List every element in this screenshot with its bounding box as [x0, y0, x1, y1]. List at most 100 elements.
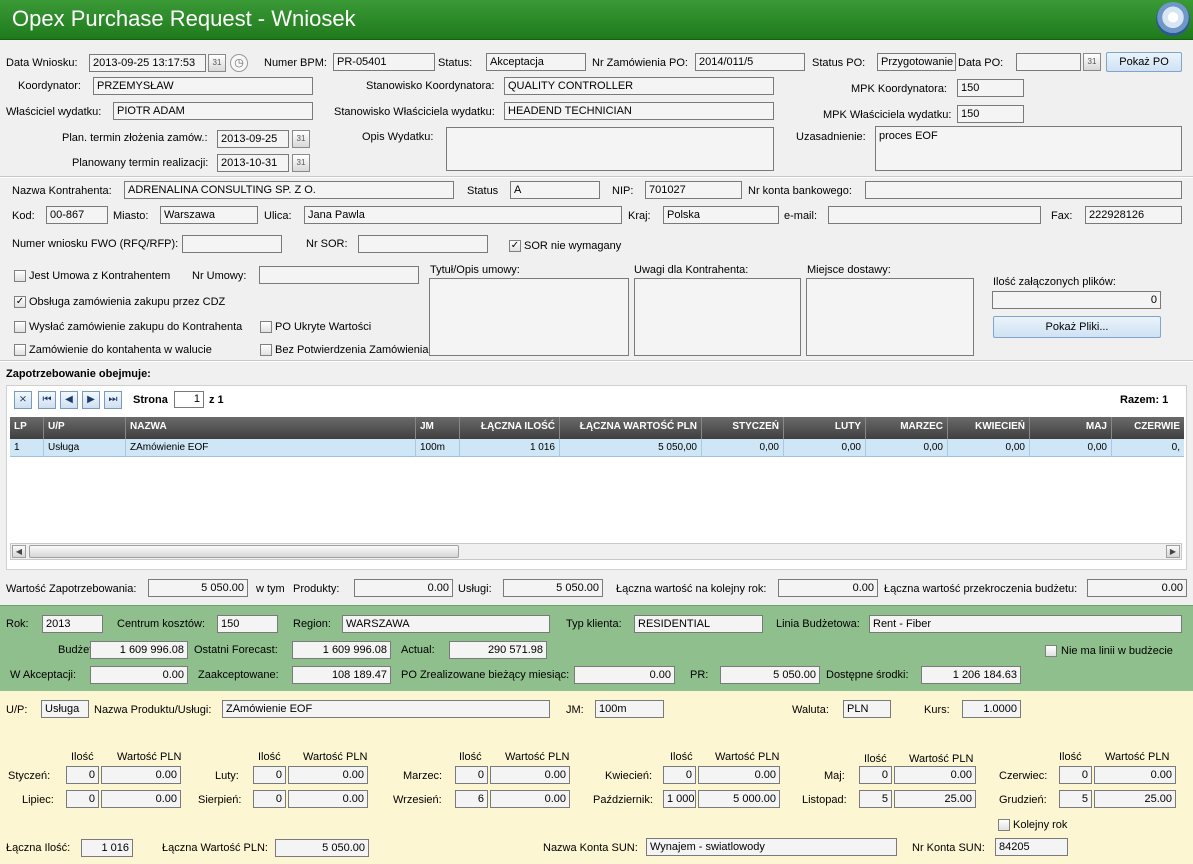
zamowienie-waluta-checkbox[interactable]	[14, 344, 26, 356]
first-page-icon[interactable]: ⏮	[38, 391, 56, 409]
col-lp[interactable]: LP	[10, 417, 44, 439]
data-po-field[interactable]	[1016, 53, 1081, 71]
dostepne-srodki-field[interactable]: 1 206 184.63	[921, 666, 1021, 684]
qty-pazdziernik[interactable]: 1 000	[663, 790, 696, 808]
email-field[interactable]	[828, 206, 1041, 224]
val-luty[interactable]: 0.00	[288, 766, 368, 784]
po-ukryte-checkbox[interactable]	[260, 321, 272, 333]
centrum-field[interactable]: 150	[217, 615, 278, 633]
budzet-field[interactable]: 1 609 996.08	[90, 641, 188, 659]
konto-sun-field[interactable]: Wynajem - swiatlowody	[646, 838, 897, 856]
qty-luty[interactable]: 0	[253, 766, 286, 784]
val-grudzien[interactable]: 25.00	[1094, 790, 1176, 808]
nr-umowy-field[interactable]	[259, 266, 419, 284]
forecast-field[interactable]: 1 609 996.08	[292, 641, 391, 659]
qty-czerwiec[interactable]: 0	[1059, 766, 1092, 784]
kod-field[interactable]: 00-867	[46, 206, 108, 224]
clock-icon[interactable]: ◷	[230, 54, 248, 72]
uwagi-field[interactable]	[634, 278, 801, 356]
col-nazwa[interactable]: NAZWA	[126, 417, 416, 439]
last-page-icon[interactable]: ⏭	[104, 391, 122, 409]
val-listopad[interactable]: 25.00	[894, 790, 976, 808]
jm-field[interactable]: 100m	[595, 700, 664, 718]
col-czerwiec[interactable]: CZERWIE	[1112, 417, 1184, 439]
horizontal-scrollbar[interactable]: ◀ ▶	[10, 543, 1182, 560]
col-up[interactable]: U/P	[44, 417, 126, 439]
mpk-koordynatora-field[interactable]: 150	[957, 79, 1024, 97]
qty-styczen[interactable]: 0	[66, 766, 99, 784]
ilosc-plikow-field[interactable]: 0	[992, 291, 1161, 309]
ulica-field[interactable]: Jana Pawla	[304, 206, 622, 224]
calendar-icon[interactable]: 31	[208, 54, 226, 72]
jest-umowa-checkbox[interactable]	[14, 270, 26, 282]
page-input[interactable]: 1	[174, 391, 204, 408]
pokaz-po-button[interactable]: Pokaż PO	[1106, 52, 1182, 72]
qty-maj[interactable]: 0	[859, 766, 892, 784]
nazwa-produktu-field[interactable]: ZAmówienie EOF	[222, 700, 550, 718]
kurs-field[interactable]: 1.0000	[962, 700, 1021, 718]
przekroczenie-field[interactable]: 0.00	[1087, 579, 1187, 597]
scroll-left-icon[interactable]: ◀	[12, 545, 26, 558]
up-field[interactable]: Usługa	[41, 700, 89, 718]
stanowisko-wlasciciela-field[interactable]: HEADEND TECHNICIAN	[504, 102, 774, 120]
col-marzec[interactable]: MARZEC	[866, 417, 948, 439]
val-pazdziernik[interactable]: 5 000.00	[698, 790, 780, 808]
wartosc-zapotrzebowania-field[interactable]: 5 050.00	[148, 579, 248, 597]
qty-wrzesien[interactable]: 6	[455, 790, 488, 808]
region-field[interactable]: WARSZAWA	[342, 615, 550, 633]
tytul-umowy-field[interactable]	[429, 278, 629, 356]
plan-realizacji-field[interactable]: 2013-10-31	[217, 154, 289, 172]
rok-field[interactable]: 2013	[42, 615, 103, 633]
val-maj[interactable]: 0.00	[894, 766, 976, 784]
stanowisko-koordynatora-field[interactable]: QUALITY CONTROLLER	[504, 77, 774, 95]
data-wniosku-field[interactable]: 2013-09-25 13:17:53	[89, 54, 206, 72]
typ-klienta-field[interactable]: RESIDENTIAL	[634, 615, 763, 633]
col-luty[interactable]: LUTY	[784, 417, 866, 439]
koordynator-field[interactable]: PRZEMYSŁAW	[93, 77, 313, 95]
val-sierpien[interactable]: 0.00	[288, 790, 368, 808]
qty-lipiec[interactable]: 0	[66, 790, 99, 808]
col-laczna-ilosc[interactable]: ŁĄCZNA ILOŚĆ	[460, 417, 560, 439]
plan-termin-field[interactable]: 2013-09-25	[217, 130, 289, 148]
status-po-field[interactable]: Przygotowanie	[877, 53, 956, 71]
qty-sierpien[interactable]: 0	[253, 790, 286, 808]
scroll-thumb[interactable]	[29, 545, 459, 558]
laczna-ilosc-field[interactable]: 1 016	[81, 839, 133, 857]
actual-field[interactable]: 290 571.98	[449, 641, 547, 659]
linia-budzetowa-field[interactable]: Rent - Fiber	[869, 615, 1182, 633]
val-wrzesien[interactable]: 0.00	[490, 790, 570, 808]
qty-kwiecien[interactable]: 0	[663, 766, 696, 784]
qty-marzec[interactable]: 0	[455, 766, 488, 784]
numer-bpm-field[interactable]: PR-05401	[333, 53, 435, 71]
po-zrealizowane-field[interactable]: 0.00	[574, 666, 675, 684]
col-jm[interactable]: JM	[416, 417, 460, 439]
fax-field[interactable]: 222928126	[1085, 206, 1182, 224]
val-lipiec[interactable]: 0.00	[101, 790, 181, 808]
fwo-field[interactable]	[182, 235, 282, 253]
scroll-right-icon[interactable]: ▶	[1166, 545, 1180, 558]
wlasciciel-field[interactable]: PIOTR ADAM	[113, 102, 313, 120]
val-czerwiec[interactable]: 0.00	[1094, 766, 1176, 784]
laczna-wartosc-field[interactable]: 5 050.00	[275, 839, 369, 857]
pokaz-pliki-button[interactable]: Pokaż Pliki...	[993, 316, 1161, 338]
col-styczen[interactable]: STYCZEŃ	[702, 417, 784, 439]
calendar-icon[interactable]: 31	[1083, 53, 1101, 71]
uzasadnienie-field[interactable]: proces EOF	[875, 126, 1182, 171]
w-akceptacji-field[interactable]: 0.00	[90, 666, 188, 684]
clear-filter-icon[interactable]: ⨯	[14, 391, 32, 409]
nazwa-kontrahenta-field[interactable]: ADRENALINA CONSULTING SP. Z O.	[124, 181, 454, 199]
uslugi-field[interactable]: 5 050.00	[503, 579, 603, 597]
kraj-field[interactable]: Polska	[663, 206, 779, 224]
nie-ma-linii-checkbox[interactable]	[1045, 645, 1057, 657]
val-marzec[interactable]: 0.00	[490, 766, 570, 784]
calendar-icon[interactable]: 31	[292, 130, 310, 148]
waluta-field[interactable]: PLN	[843, 700, 891, 718]
zaakceptowane-field[interactable]: 108 189.47	[292, 666, 391, 684]
nr-zamowienia-field[interactable]: 2014/011/5	[695, 53, 805, 71]
calendar-icon[interactable]: 31	[292, 154, 310, 172]
nip-field[interactable]: 701027	[645, 181, 742, 199]
prev-page-icon[interactable]: ◀	[60, 391, 78, 409]
qty-grudzien[interactable]: 5	[1059, 790, 1092, 808]
wyslac-zamowienie-checkbox[interactable]	[14, 321, 26, 333]
val-styczen[interactable]: 0.00	[101, 766, 181, 784]
